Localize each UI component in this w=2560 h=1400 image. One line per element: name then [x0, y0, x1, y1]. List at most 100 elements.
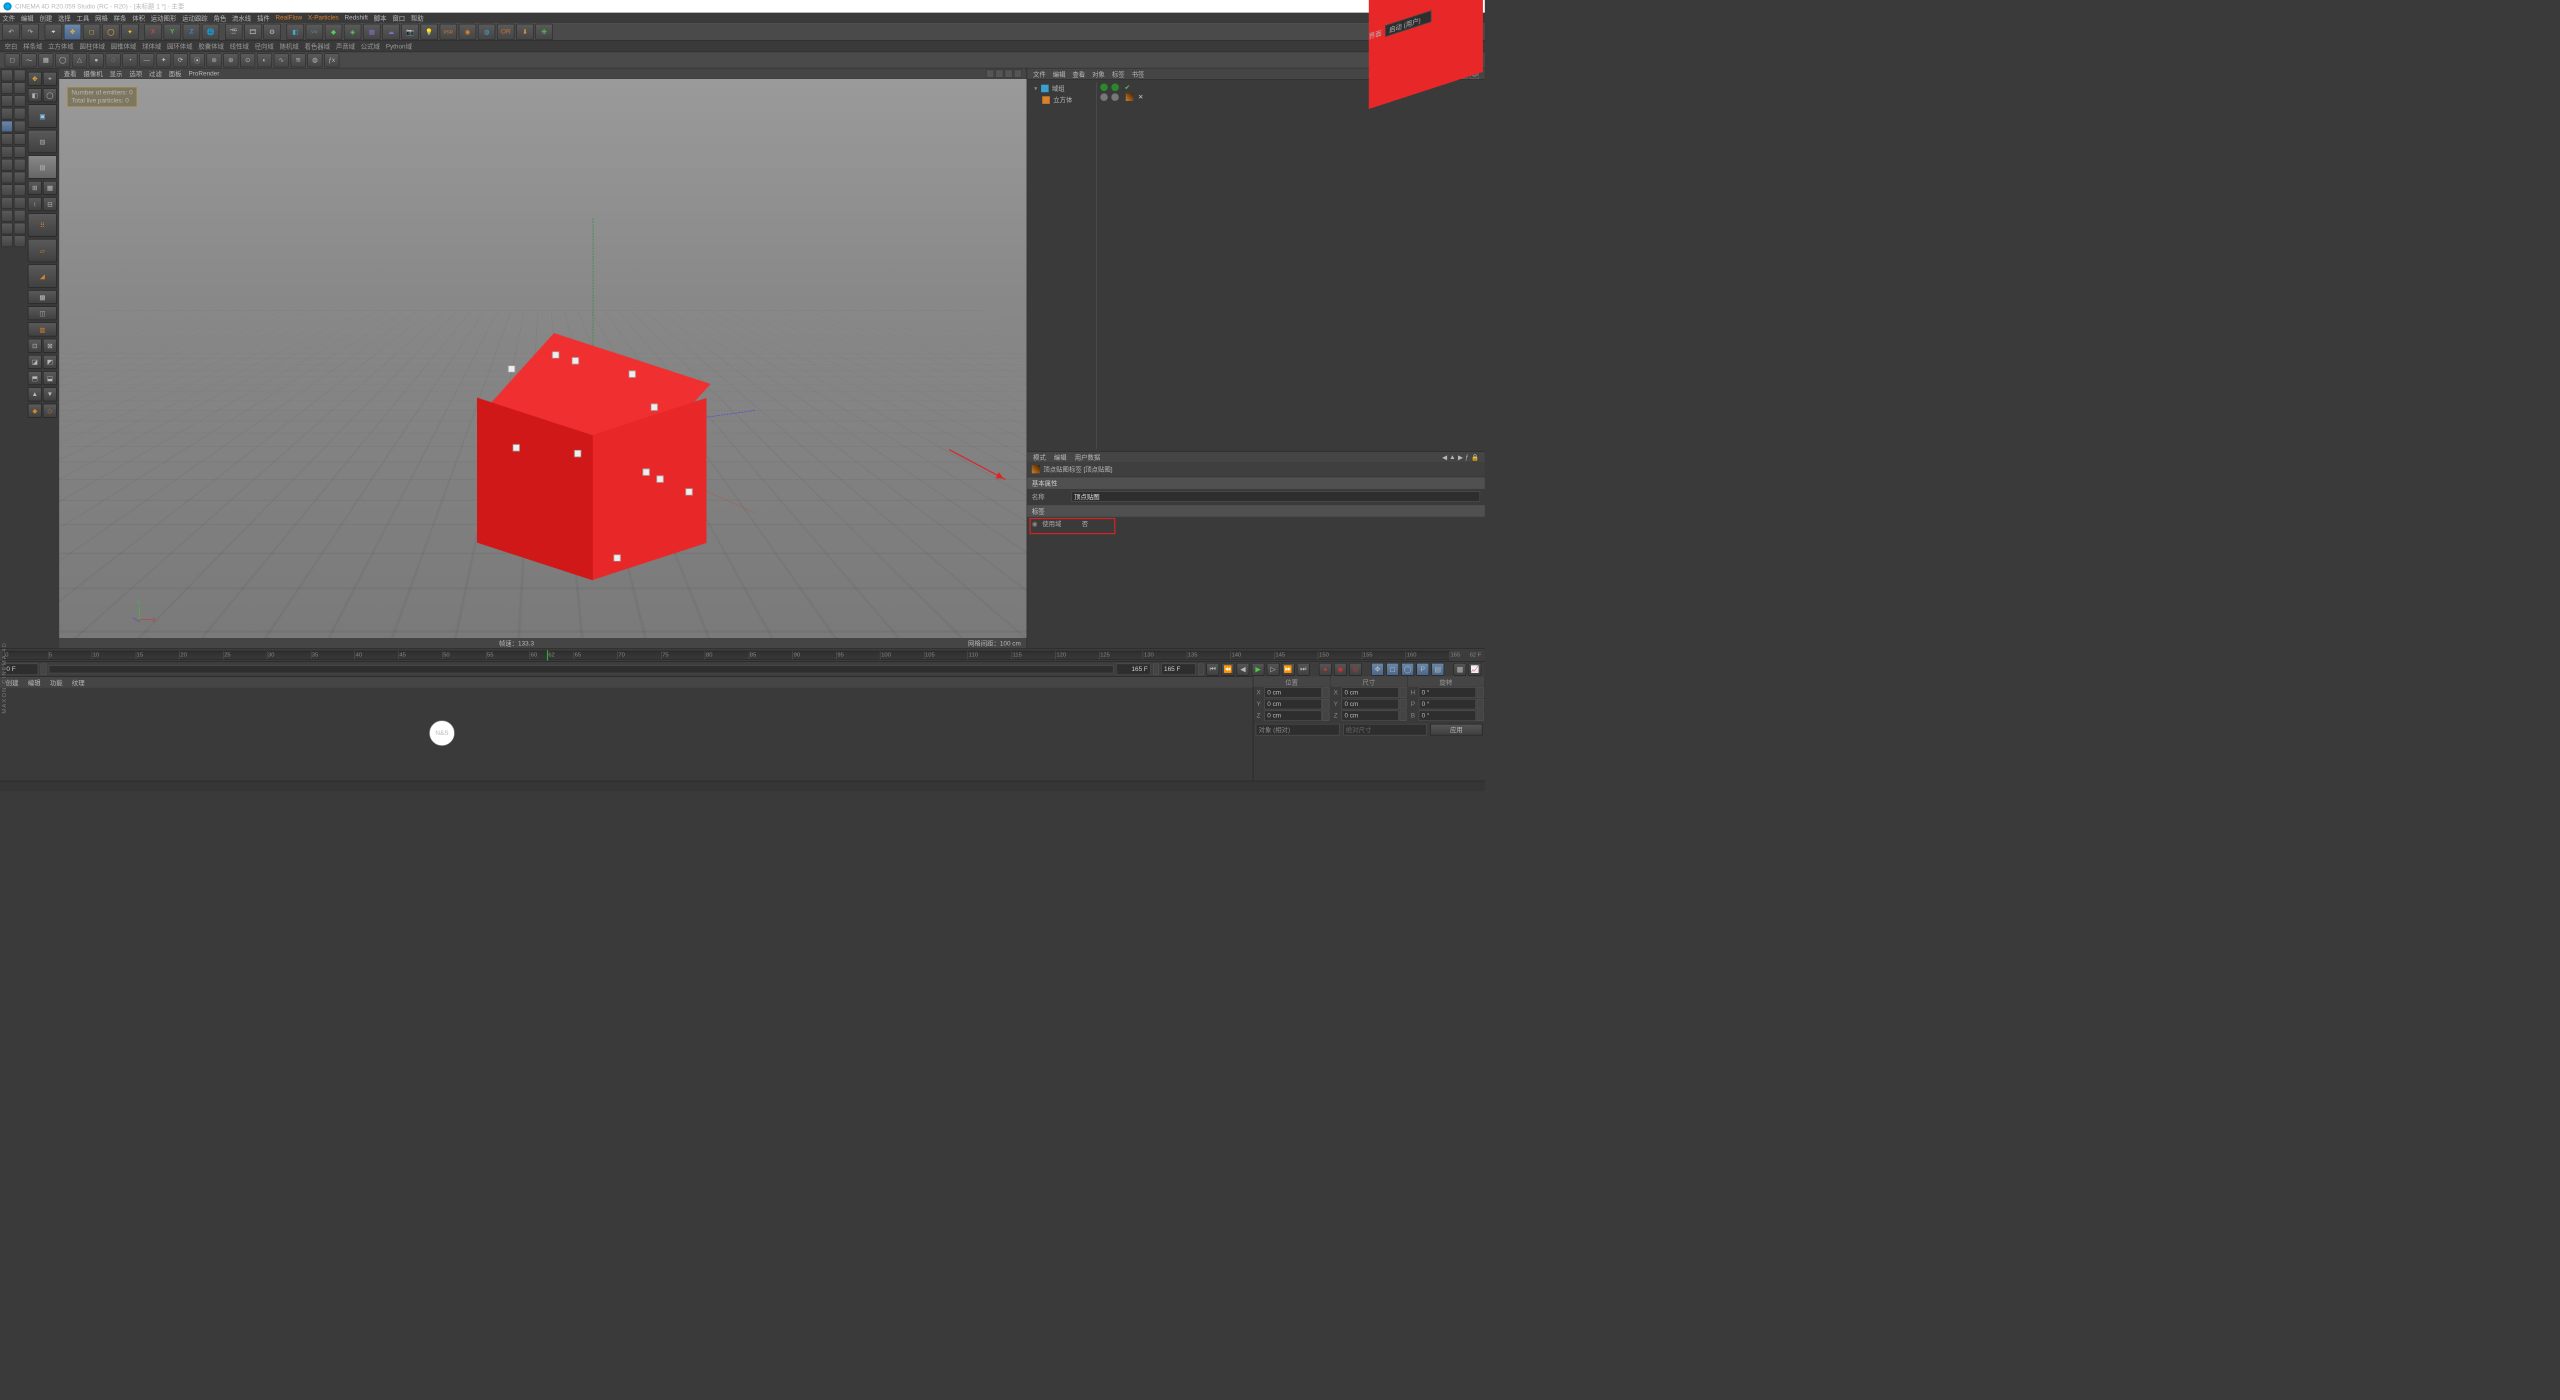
add-environment-button[interactable]: ☁	[382, 24, 399, 40]
palette-menu-声音域[interactable]: 声音域	[336, 41, 355, 50]
add-mograph-button[interactable]: ◉	[459, 24, 476, 40]
model-mode-button[interactable]: ▨	[28, 130, 57, 153]
menu-文件[interactable]: 文件	[2, 13, 15, 22]
viewport-3d[interactable]: Number of emitters: 0 Total live particl…	[59, 79, 1026, 638]
attrtab-模式[interactable]: 模式	[1033, 452, 1046, 461]
point-mode-button[interactable]: ⠿	[28, 213, 57, 236]
coord-apply-button[interactable]: 应用	[1430, 724, 1482, 736]
vis-render-icon[interactable]	[1111, 84, 1119, 92]
menu-RealFlow[interactable]: RealFlow	[276, 15, 303, 22]
add-nurbs-button[interactable]: ◈	[344, 24, 361, 40]
rotate-tool[interactable]: ◯	[102, 24, 119, 40]
misc-button-4[interactable]: ⊠	[43, 339, 57, 353]
deer-plugin-icon[interactable]: N&S	[429, 720, 455, 746]
vp-nav-2-icon[interactable]	[995, 69, 1003, 77]
rot-B[interactable]: 0 °	[1419, 711, 1476, 721]
vis-render-icon-2[interactable]	[1111, 93, 1119, 101]
menu-流水线[interactable]: 流水线	[232, 13, 251, 22]
cur-spinner[interactable]	[1153, 663, 1159, 675]
layout-dropdown[interactable]: 启动 (用户)	[1385, 10, 1432, 37]
mode-tool-4[interactable]: ◯	[43, 88, 57, 102]
palette-tool-19[interactable]: ƒx	[324, 53, 339, 67]
palette-tool-9[interactable]: ✦	[156, 53, 171, 67]
y-axis-lock[interactable]: Y	[164, 24, 181, 40]
left-tool-a3[interactable]	[1, 108, 13, 120]
range-slider[interactable]	[49, 665, 1114, 673]
vertex-map-tag-icon[interactable]	[1126, 93, 1134, 101]
left-tool-a6[interactable]	[1, 146, 13, 158]
object-row-group[interactable]: ▾ 域组	[1030, 82, 1094, 94]
redo-button[interactable]: ↷	[21, 24, 38, 40]
left-tool-b5[interactable]	[14, 133, 26, 145]
attr-func-icon[interactable]: ƒ	[1465, 453, 1469, 461]
coord-mode-dropdown[interactable]: 对象 (相对)	[1256, 724, 1340, 736]
object-row-cube[interactable]: 立方体	[1030, 94, 1094, 106]
palette-menu-公式域[interactable]: 公式域	[361, 41, 380, 50]
misc-button-9[interactable]: ▲	[28, 387, 42, 401]
mattab-纹理[interactable]: 纹理	[72, 678, 85, 687]
attr-prev-icon[interactable]: ◀	[1442, 453, 1447, 461]
vis-editor-icon-2[interactable]	[1100, 93, 1108, 101]
key-pla-button[interactable]: ▤	[1431, 663, 1444, 676]
left-tool-a10[interactable]	[1, 197, 13, 209]
timeline-track[interactable]: 0510152025303540455055606265707580859095…	[3, 650, 1450, 659]
palette-tool-0[interactable]: ◻	[5, 53, 20, 67]
enable-check-icon[interactable]: ✔	[1125, 84, 1130, 92]
scale-tool[interactable]: ◻	[83, 24, 100, 40]
menu-网格[interactable]: 网格	[95, 13, 108, 22]
key-pos-button[interactable]: ✥	[1371, 663, 1384, 676]
left-tool-a9[interactable]	[1, 184, 13, 196]
menu-样条[interactable]: 样条	[114, 13, 127, 22]
add-tag-button[interactable]: ⬇	[516, 24, 533, 40]
make-editable-button[interactable]: ▣	[28, 104, 57, 127]
attr-section-tag[interactable]: 标签	[1027, 505, 1485, 517]
attr-next-icon[interactable]: ▶	[1458, 453, 1463, 461]
axis-lock-button[interactable]: ⊟	[43, 197, 57, 211]
palette-tool-13[interactable]: ⊛	[223, 53, 238, 67]
axis-button[interactable]: ↕	[28, 197, 42, 211]
objtab-标签[interactable]: 标签	[1112, 69, 1125, 78]
menu-插件[interactable]: 插件	[257, 13, 270, 22]
add-field-button[interactable]: ◍	[478, 24, 495, 40]
octane-button[interactable]: OR	[497, 24, 514, 40]
mattab-编辑[interactable]: 编辑	[28, 678, 41, 687]
palette-tool-16[interactable]: ∿	[274, 53, 289, 67]
add-light-button[interactable]: 💡	[421, 24, 438, 40]
left-tool-b7[interactable]	[14, 159, 26, 171]
attrtab-用户数据[interactable]: 用户数据	[1075, 452, 1101, 461]
palette-tool-17[interactable]: ≋	[291, 53, 306, 67]
xpresso-tag-icon[interactable]: ✕	[1138, 93, 1143, 101]
x-axis-lock[interactable]: X	[144, 24, 161, 40]
objtab-书签[interactable]: 书签	[1132, 69, 1145, 78]
menu-选择[interactable]: 选择	[58, 13, 71, 22]
left-tool-b12[interactable]	[14, 223, 26, 235]
key-rot-button[interactable]: ◯	[1401, 663, 1414, 676]
add-spline-button[interactable]: 〰	[306, 24, 323, 40]
cube-object[interactable]	[477, 369, 703, 595]
select-tool[interactable]: ⌖	[45, 24, 62, 40]
left-tool-b1[interactable]	[14, 82, 26, 94]
playhead[interactable]	[547, 650, 548, 660]
palette-menu-Python域[interactable]: Python域	[386, 41, 412, 50]
objtab-对象[interactable]: 对象	[1092, 69, 1105, 78]
left-tool-a8[interactable]	[1, 172, 13, 184]
left-tool-a7[interactable]	[1, 159, 13, 171]
material-area[interactable]: N&S	[0, 688, 1253, 781]
key-param-button[interactable]: P	[1416, 663, 1429, 676]
palette-tool-4[interactable]: △	[72, 53, 87, 67]
misc-button-7[interactable]: ⬒	[28, 371, 42, 385]
coord-system[interactable]: 🌐	[202, 24, 219, 40]
mode-tool-2[interactable]: ⌖	[43, 72, 57, 86]
palette-tool-10[interactable]: ⟳	[173, 53, 188, 67]
palette-tool-3[interactable]: ◯	[55, 53, 70, 67]
vp-nav-4-icon[interactable]	[1014, 69, 1022, 77]
palette-menu-样条域[interactable]: 样条域	[23, 41, 42, 50]
vp-nav-1-icon[interactable]	[986, 69, 994, 77]
coord-scale-dropdown[interactable]: 绝对尺寸	[1343, 724, 1427, 736]
workplane-button[interactable]: ⊞	[28, 181, 42, 195]
misc-button-2[interactable]: ▥	[28, 322, 57, 336]
misc-button-3[interactable]: ⊡	[28, 339, 42, 353]
cur-frame-field[interactable]: 165 F	[1116, 663, 1151, 675]
palette-tool-1[interactable]: 〜	[21, 53, 36, 67]
palette-menu-胶囊体域[interactable]: 胶囊体域	[198, 41, 224, 50]
